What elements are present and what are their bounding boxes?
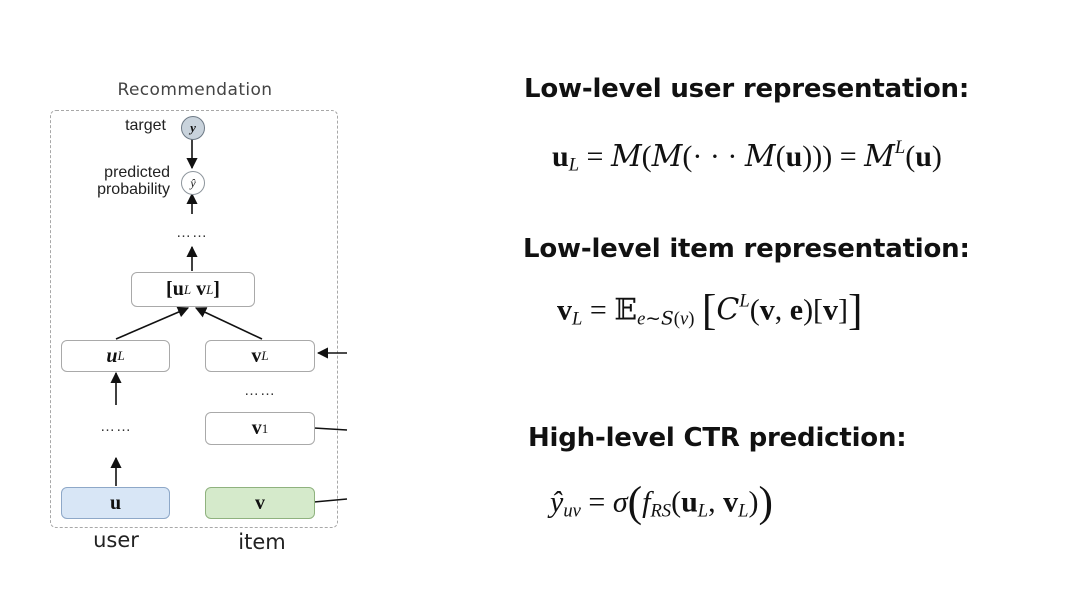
- target-symbol: y: [190, 120, 196, 135]
- user-input-node: u: [61, 487, 170, 519]
- formula-user-representation: uL = M(M(· · · M(u))) = ML(u): [552, 137, 942, 176]
- user-label: user: [93, 528, 139, 552]
- v1-node: v1: [205, 412, 315, 445]
- heading-user-representation: Low-level user representation:: [524, 74, 970, 104]
- concat-close: ]: [213, 278, 220, 300]
- target-label: target: [125, 117, 166, 134]
- predicted-label-line2: probability: [97, 181, 170, 198]
- heading-item-representation: Low-level item representation:: [523, 234, 970, 264]
- formula-ctr-prediction: ŷuv = σ(fRS(uL, vL)): [550, 478, 773, 526]
- predicted-label-wrap: predicted probability: [60, 164, 170, 198]
- vL-node: vL: [205, 340, 315, 372]
- concat-node: [u L v L]: [131, 272, 255, 307]
- target-node: y: [181, 116, 205, 140]
- v1-sub: 1: [261, 420, 269, 436]
- uL-main: u: [106, 344, 118, 367]
- uL-sub: L: [117, 348, 125, 363]
- item-label: item: [238, 530, 286, 554]
- target-label-wrap: target: [80, 117, 166, 134]
- concat-v: v: [196, 278, 207, 300]
- predicted-symbol: ŷ: [190, 175, 196, 190]
- uL-node: uL: [61, 340, 170, 372]
- line-v-external: [313, 498, 348, 503]
- dots-user: ……: [100, 418, 132, 435]
- concat-v-sub: L: [206, 281, 214, 297]
- concat-u-sub: L: [183, 281, 192, 297]
- v1-main: v: [251, 417, 262, 439]
- line-v1-external: [313, 427, 348, 431]
- item-input-node: v: [205, 487, 315, 519]
- dots-item: ……: [244, 382, 276, 399]
- concat-u: u: [172, 278, 184, 300]
- predicted-label-line1: predicted: [104, 164, 170, 181]
- heading-ctr-prediction: High-level CTR prediction:: [528, 423, 907, 453]
- concat-open: [: [166, 278, 173, 300]
- arrow-vL-to-concat: [194, 307, 263, 340]
- dots-top: ……: [176, 224, 208, 241]
- formula-item-representation: vL = 𝔼e∼S(v) [CL(v, e)[v]]: [557, 286, 863, 334]
- vL-main: v: [251, 344, 262, 367]
- vL-sub: L: [261, 348, 269, 363]
- predicted-node: ŷ: [181, 171, 205, 195]
- arrow-uL-to-concat: [115, 306, 190, 340]
